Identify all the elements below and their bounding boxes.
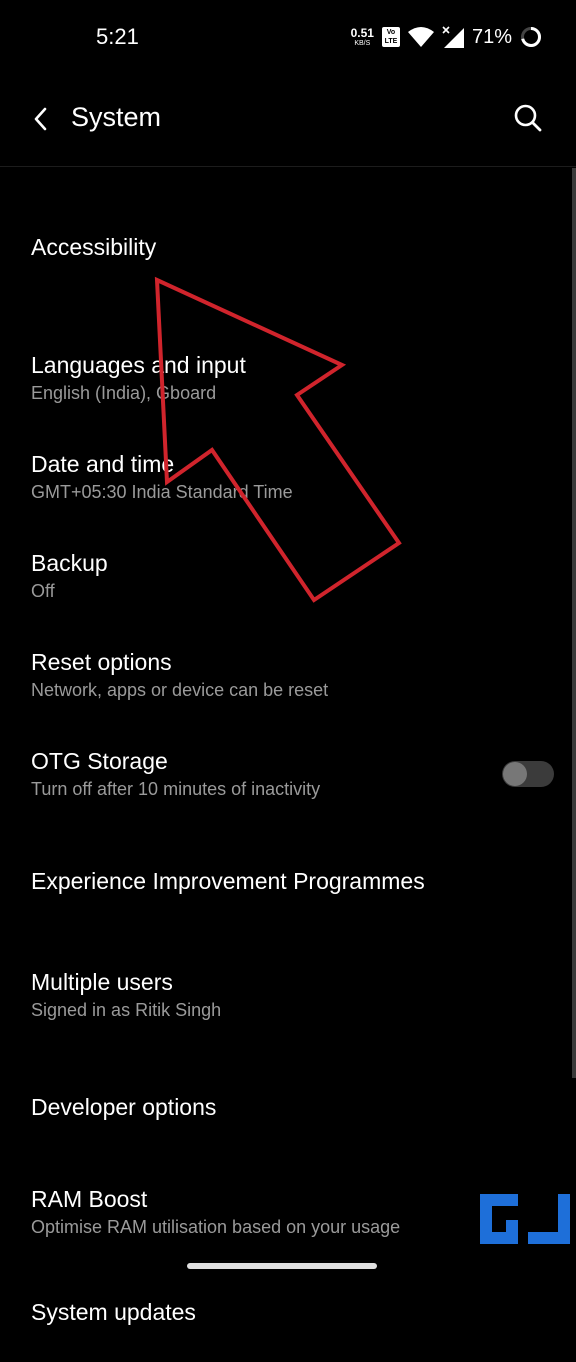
network-speed: 0.51 KB/S — [351, 27, 374, 47]
search-button[interactable] — [508, 98, 548, 138]
battery-ring-icon — [521, 27, 541, 47]
settings-item-system-updates[interactable]: System updates — [0, 1262, 576, 1362]
item-summary: Turn off after 10 minutes of inactivity — [31, 778, 321, 799]
wifi-icon — [407, 27, 434, 47]
item-title: Backup — [31, 549, 108, 576]
settings-item-accessibility[interactable]: Accessibility — [0, 166, 576, 328]
chevron-left-icon — [34, 107, 47, 131]
item-title: Experience Improvement Programmes — [31, 867, 425, 894]
watermark-logo — [480, 1194, 570, 1244]
settings-item-date-and-time[interactable]: Date and time GMT+05:30 India Standard T… — [0, 427, 576, 526]
volte-icon: Vo LTE — [381, 27, 400, 47]
settings-list: Accessibility Languages and input Englis… — [0, 166, 576, 1362]
settings-item-backup[interactable]: Backup Off — [0, 526, 576, 625]
settings-item-developer-options[interactable]: Developer options — [0, 1051, 576, 1162]
item-title: Accessibility — [31, 234, 157, 260]
settings-item-experience-improvement[interactable]: Experience Improvement Programmes — [0, 823, 576, 938]
item-title: Developer options — [31, 1093, 217, 1120]
volte-line1: Vo — [386, 29, 396, 36]
status-time: 5:21 — [96, 24, 139, 49]
item-title: Multiple users — [31, 968, 173, 995]
search-icon — [514, 104, 542, 132]
network-speed-value: 0.51 — [350, 26, 374, 40]
battery-percent: 71% — [471, 25, 512, 48]
item-summary: Signed in as Ritik Singh — [31, 999, 222, 1020]
item-title: System updates — [31, 1299, 196, 1325]
settings-item-reset-options[interactable]: Reset options Network, apps or device ca… — [0, 625, 576, 724]
back-button[interactable] — [22, 97, 58, 141]
item-title: OTG Storage — [31, 747, 168, 774]
settings-item-otg-storage[interactable]: OTG Storage Turn off after 10 minutes of… — [0, 724, 576, 823]
signal-icon — [442, 26, 464, 48]
network-speed-unit: KB/S — [354, 40, 371, 47]
settings-item-languages-and-input[interactable]: Languages and input English (India), Gbo… — [0, 328, 576, 427]
otg-storage-toggle[interactable] — [502, 760, 554, 787]
item-summary: Off — [31, 580, 55, 601]
page-title: System — [71, 102, 162, 132]
item-title: Date and time — [31, 450, 175, 477]
item-summary: Network, apps or device can be reset — [31, 679, 329, 700]
item-title: Languages and input — [31, 351, 246, 378]
item-summary: English (India), Gboard — [31, 382, 217, 403]
item-summary: GMT+05:30 India Standard Time — [31, 481, 293, 502]
status-icons: 0.51 KB/S Vo LTE 71% — [351, 22, 542, 52]
app-bar: System — [0, 72, 576, 167]
item-title: Reset options — [31, 648, 172, 675]
status-bar: 5:21 0.51 KB/S Vo LTE 71% — [0, 0, 576, 72]
gesture-nav-bar[interactable] — [187, 1263, 377, 1269]
settings-item-multiple-users[interactable]: Multiple users Signed in as Ritik Singh — [0, 938, 576, 1051]
volte-line2: LTE — [384, 38, 398, 45]
toggle-knob — [503, 761, 527, 786]
